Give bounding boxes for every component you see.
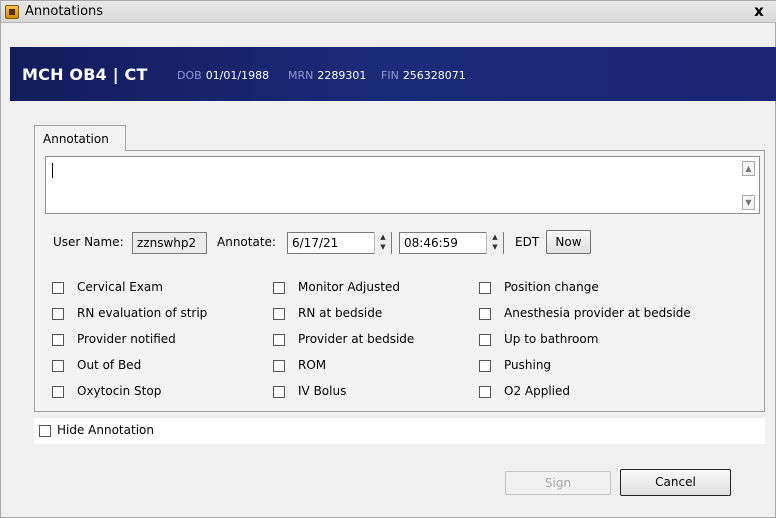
checkbox-label: Pushing [504, 358, 552, 372]
date-field[interactable]: 6/17/21 ▲ ▼ [287, 232, 392, 254]
mrn-label: MRN [288, 69, 314, 82]
window-title: Annotations [25, 4, 104, 19]
checkbox-col1-2[interactable] [52, 334, 64, 346]
annotations-window: Annotations x MCH OB4 | CT DOB 01/01/1988… [0, 0, 776, 518]
patient-name: MCH OB4 | CT [22, 65, 148, 84]
checkbox-label: RN evaluation of strip [77, 306, 208, 320]
checkbox-label: Cervical Exam [77, 280, 163, 294]
tab-annotation-label: Annotation [43, 132, 109, 146]
checkbox-label: Provider notified [77, 332, 176, 346]
checkbox-label: IV Bolus [298, 384, 347, 398]
fin-info: FIN 256328071 [381, 69, 466, 82]
checkbox-col2-1[interactable] [273, 308, 285, 320]
checkbox-label: Up to bathroom [504, 332, 599, 346]
checkbox-col3-1[interactable] [479, 308, 491, 320]
time-spinner[interactable]: ▲ ▼ [486, 232, 503, 254]
checkbox-col2-3[interactable] [273, 360, 285, 372]
timezone-label: EDT [515, 235, 540, 249]
scroll-up-arrow-icon[interactable]: ▲ [742, 161, 755, 176]
checkbox-label: Position change [504, 280, 599, 294]
checkbox-label: O2 Applied [504, 384, 571, 398]
now-button[interactable]: Now [546, 230, 591, 254]
app-icon [5, 5, 19, 19]
time-spin-down-icon[interactable]: ▼ [487, 242, 503, 252]
hide-annotation-label: Hide Annotation [57, 423, 154, 437]
time-field[interactable]: 08:46:59 ▲ ▼ [399, 232, 504, 254]
title-bar: Annotations x [1, 1, 776, 23]
checkbox-label: Monitor Adjusted [298, 280, 400, 294]
user-name-field: zznswhp2 [132, 232, 207, 254]
checkbox-col2-4[interactable] [273, 386, 285, 398]
patient-banner: MCH OB4 | CT DOB 01/01/1988 MRN 2289301 FI… [10, 47, 776, 101]
user-name-label: User Name: [53, 235, 124, 249]
text-caret [52, 163, 53, 178]
time-value: 08:46:59 [404, 236, 458, 250]
checkbox-col1-1[interactable] [52, 308, 64, 320]
checkbox-col2-0[interactable] [273, 282, 285, 294]
dob-value: 01/01/1988 [205, 69, 270, 82]
sign-button[interactable]: Sign [505, 471, 611, 495]
annotate-label: Annotate: [217, 235, 276, 249]
close-button[interactable]: x [745, 2, 773, 21]
checkbox-col2-2[interactable] [273, 334, 285, 346]
dob-label: DOB [177, 69, 202, 82]
checkbox-col3-3[interactable] [479, 360, 491, 372]
checkbox-col1-4[interactable] [52, 386, 64, 398]
checkbox-label: RN at bedside [298, 306, 383, 320]
checkbox-col3-4[interactable] [479, 386, 491, 398]
date-value: 6/17/21 [292, 236, 339, 250]
checkbox-col3-2[interactable] [479, 334, 491, 346]
date-spin-up-icon[interactable]: ▲ [375, 232, 391, 242]
annotation-text-input[interactable]: ▲ ▼ [45, 156, 760, 214]
scroll-down-arrow-icon[interactable]: ▼ [742, 195, 755, 210]
date-spin-down-icon[interactable]: ▼ [375, 242, 391, 252]
checkbox-label: Oxytocin Stop [77, 384, 162, 398]
mrn-info: MRN 2289301 [288, 69, 366, 82]
hide-annotation-checkbox[interactable] [39, 425, 51, 437]
checkbox-col1-0[interactable] [52, 282, 64, 294]
cancel-button[interactable]: Cancel [620, 469, 731, 496]
fin-value: 256328071 [402, 69, 466, 82]
checkbox-label: ROM [298, 358, 327, 372]
dob-info: DOB 01/01/1988 [177, 69, 269, 82]
checkbox-col1-3[interactable] [52, 360, 64, 372]
checkbox-col3-0[interactable] [479, 282, 491, 294]
tab-annotation[interactable]: Annotation [34, 125, 126, 151]
checkbox-label: Anesthesia provider at bedside [504, 306, 691, 320]
date-spinner[interactable]: ▲ ▼ [374, 232, 391, 254]
fin-label: FIN [381, 69, 399, 82]
checkbox-label: Provider at bedside [298, 332, 415, 346]
hide-annotation-row: Hide Annotation [34, 418, 765, 444]
time-spin-up-icon[interactable]: ▲ [487, 232, 503, 242]
checkbox-label: Out of Bed [77, 358, 142, 372]
mrn-value: 2289301 [317, 69, 367, 82]
